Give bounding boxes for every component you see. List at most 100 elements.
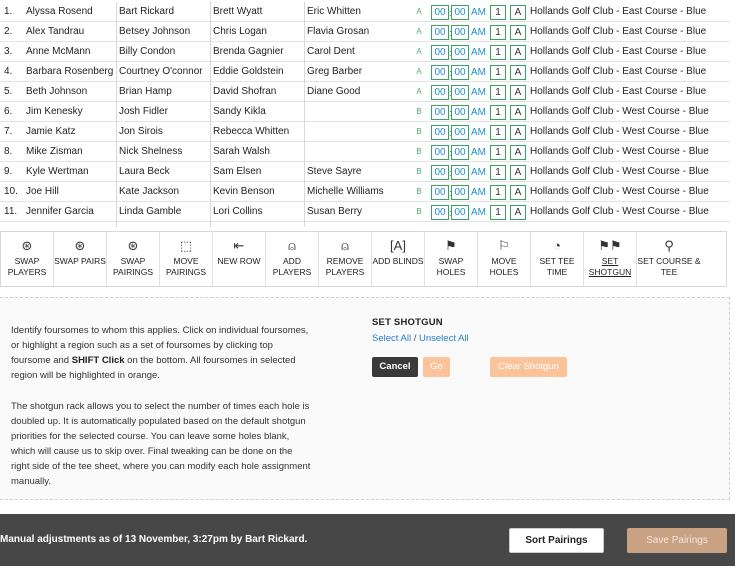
hole-input[interactable]: 1 [490,185,506,200]
tee-input[interactable]: A [510,125,526,140]
pairing-row[interactable]: 11. Jennifer Garcia Linda Gamble Lori Colli… [0,202,730,222]
player-name[interactable]: Brenda Gagnier [213,42,284,62]
player-name[interactable]: Rebecca Whitten [213,122,289,142]
course-name[interactable]: Hollands Golf Club - East Course - Blue [530,62,706,82]
player-name[interactable]: Beth Johnson [26,82,87,102]
player-name[interactable]: Eddie Goldstein [213,62,284,82]
course-name[interactable]: Hollands Golf Club - East Course - Blue [530,42,706,62]
set-course-tee-button[interactable]: ⚲ SET COURSE & TEE [637,232,701,286]
hour-input[interactable]: 00 [431,85,449,100]
player-name[interactable]: Mike Zisman [26,142,83,162]
hole-input[interactable]: 1 [490,165,506,180]
player-name[interactable]: Betsey Johnson [119,22,190,42]
ampm-toggle[interactable]: AM [471,147,486,158]
player-name[interactable]: Laura Beck [119,162,170,182]
player-name[interactable]: Kevin Benson [213,182,275,202]
hour-input[interactable]: 00 [431,165,449,180]
player-name[interactable]: Anne McMann [26,42,90,62]
player-name[interactable]: Chris Logan [213,22,267,42]
tee-input[interactable]: A [510,105,526,120]
swap-holes-button[interactable]: ⚑ SWAP HOLES [425,232,478,286]
player-name[interactable]: Flavia Grosan [307,22,369,42]
player-name[interactable]: Alyssa Rosend [26,2,93,22]
player-name[interactable]: Alex Tandrau [26,22,84,42]
hole-input[interactable]: 1 [490,85,506,100]
set-shotgun-button[interactable]: ⚑⚑ SET SHOTGUN [584,232,637,286]
select-all-link[interactable]: Select All [372,333,411,344]
ampm-toggle[interactable]: AM [471,67,486,78]
add-blinds-button[interactable]: [A] ADD BLINDS [372,232,425,286]
player-name[interactable]: Jon Sirois [119,122,163,142]
minute-input[interactable]: 00 [451,105,469,120]
player-name[interactable]: Diane Good [307,82,360,102]
player-name[interactable]: Greg Barber [307,62,362,82]
tee-input[interactable]: A [510,65,526,80]
player-name[interactable]: Nick Shelness [119,142,182,162]
player-name[interactable]: Courtney O'connor [119,62,203,82]
minute-input[interactable]: 00 [451,25,469,40]
ampm-toggle[interactable]: AM [471,87,486,98]
minute-input[interactable]: 00 [451,205,469,220]
pairing-row[interactable]: 6. Jim Kenesky Josh Fidler Sandy Kikla B 00:0… [0,102,730,122]
hour-input[interactable]: 00 [431,205,449,220]
minute-input[interactable]: 00 [451,5,469,20]
pairing-row[interactable]: 2. Alex Tandrau Betsey Johnson Chris Logan F… [0,22,730,42]
hole-input[interactable]: 1 [490,45,506,60]
tee-input[interactable]: A [510,165,526,180]
course-name[interactable]: Hollands Golf Club - East Course - Blue [530,82,706,102]
course-name[interactable]: Hollands Golf Club - East Course - Blue [530,2,706,22]
tee-input[interactable]: A [510,205,526,220]
player-name[interactable]: Sandy Kikla [213,102,266,122]
player-name[interactable]: Carol Dent [307,42,355,62]
hole-input[interactable]: 1 [490,65,506,80]
hour-input[interactable]: 00 [431,145,449,160]
player-name[interactable]: Susan Berry [307,202,362,222]
hole-input[interactable]: 1 [490,125,506,140]
tee-input[interactable]: A [510,185,526,200]
hour-input[interactable]: 00 [431,5,449,20]
hole-input[interactable]: 1 [490,25,506,40]
hour-input[interactable]: 00 [431,25,449,40]
player-name[interactable]: Kyle Wertman [26,162,89,182]
player-name[interactable]: Brian Hamp [119,82,172,102]
tee-input[interactable]: A [510,25,526,40]
ampm-toggle[interactable]: AM [471,7,486,18]
player-name[interactable]: Lori Collins [213,202,262,222]
player-name[interactable]: David Shofran [213,82,276,102]
player-name[interactable]: Steve Sayre [307,162,361,182]
player-name[interactable]: Josh Fidler [119,102,168,122]
hour-input[interactable]: 00 [431,65,449,80]
hour-input[interactable]: 00 [431,125,449,140]
minute-input[interactable]: 00 [451,125,469,140]
hour-input[interactable]: 00 [431,45,449,60]
hole-input[interactable]: 1 [490,105,506,120]
player-name[interactable]: Michelle Williams [307,182,384,202]
unselect-all-link[interactable]: Unselect All [419,333,469,344]
hole-input[interactable]: 1 [490,205,506,220]
add-players-button[interactable]: ⍝ ADD PLAYERS [266,232,319,286]
go-button[interactable]: Go [423,357,450,377]
player-name[interactable]: Jennifer Garcia [26,202,94,222]
player-name[interactable]: Eric Whitten [307,2,361,22]
hole-input[interactable]: 1 [490,145,506,160]
player-name[interactable]: Kate Jackson [119,182,179,202]
tee-input[interactable]: A [510,85,526,100]
player-name[interactable]: Jim Kenesky [26,102,83,122]
minute-input[interactable]: 00 [451,165,469,180]
pairing-row[interactable]: 5. Beth Johnson Brian Hamp David Shofran Dia… [0,82,730,102]
ampm-toggle[interactable]: AM [471,207,486,218]
hour-input[interactable]: 00 [431,185,449,200]
course-name[interactable]: Hollands Golf Club - West Course - Blue [530,122,709,142]
move-holes-button[interactable]: ⚐ MOVE HOLES [478,232,531,286]
hole-input[interactable]: 1 [490,5,506,20]
save-pairings-button[interactable]: Save Pairings [627,528,727,553]
pairing-row[interactable]: 3. Anne McMann Billy Condon Brenda Gagnier C… [0,42,730,62]
new-row-button[interactable]: ⇤ NEW ROW [213,232,266,286]
ampm-toggle[interactable]: AM [471,167,486,178]
tee-input[interactable]: A [510,5,526,20]
course-name[interactable]: Hollands Golf Club - West Course - Blue [530,142,709,162]
remove-players-button[interactable]: ⍝ REMOVE PLAYERS [319,232,372,286]
pairing-row[interactable]: 9. Kyle Wertman Laura Beck Sam Elsen Steve S… [0,162,730,182]
course-name[interactable]: Hollands Golf Club - West Course - Blue [530,182,709,202]
pairing-row[interactable]: 7. Jamie Katz Jon Sirois Rebecca Whitten B 00… [0,122,730,142]
